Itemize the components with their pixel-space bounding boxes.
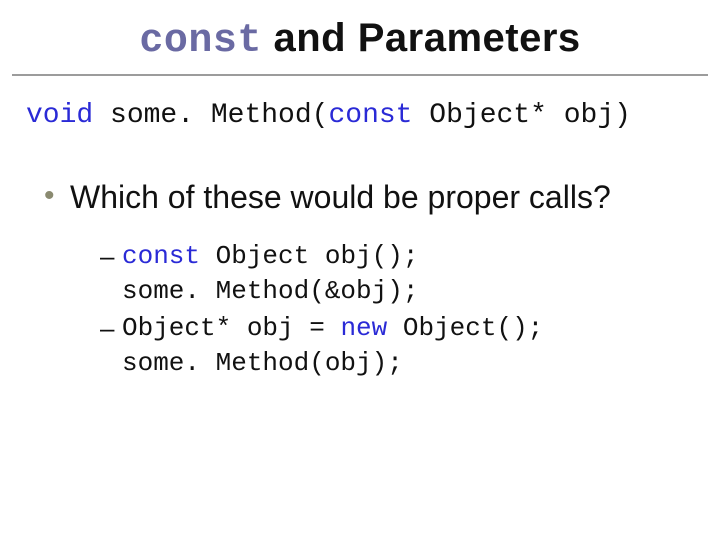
option-2: Object* obj = new Object(); some. Method… <box>100 311 680 381</box>
signature-line: void some. Method(const Object* obj) <box>26 100 720 131</box>
option-2-pre: Object* obj = <box>122 313 340 343</box>
bullet-text: Which of these would be proper calls? <box>70 179 611 215</box>
title-text: and Parameters <box>262 16 581 60</box>
signature-kw-const: const <box>328 100 412 131</box>
option-1-line2: some. Method(&obj); <box>122 274 680 309</box>
option-2-kw: new <box>340 313 387 343</box>
option-1-kw: const <box>122 241 200 271</box>
title-keyword: const <box>139 19 262 64</box>
signature-text-1: some. Method( <box>93 100 328 131</box>
bullet-item: Which of these would be proper calls? co… <box>40 177 680 381</box>
option-2-line2: some. Method(obj); <box>122 346 680 381</box>
slide-title: const and Parameters <box>0 0 720 74</box>
option-1: const Object obj(); some. Method(&obj); <box>100 239 680 309</box>
signature-text-2: Object* obj) <box>412 100 630 131</box>
bullet-list: Which of these would be proper calls? co… <box>40 177 680 381</box>
title-underline <box>12 74 708 76</box>
signature-kw-void: void <box>26 100 93 131</box>
slide-body: Which of these would be proper calls? co… <box>40 177 680 381</box>
option-2-post: Object(); <box>387 313 543 343</box>
option-1-rest: Object obj(); <box>200 241 418 271</box>
slide: const and Parameters void some. Method(c… <box>0 0 720 540</box>
options-list: const Object obj(); some. Method(&obj); … <box>100 239 680 381</box>
